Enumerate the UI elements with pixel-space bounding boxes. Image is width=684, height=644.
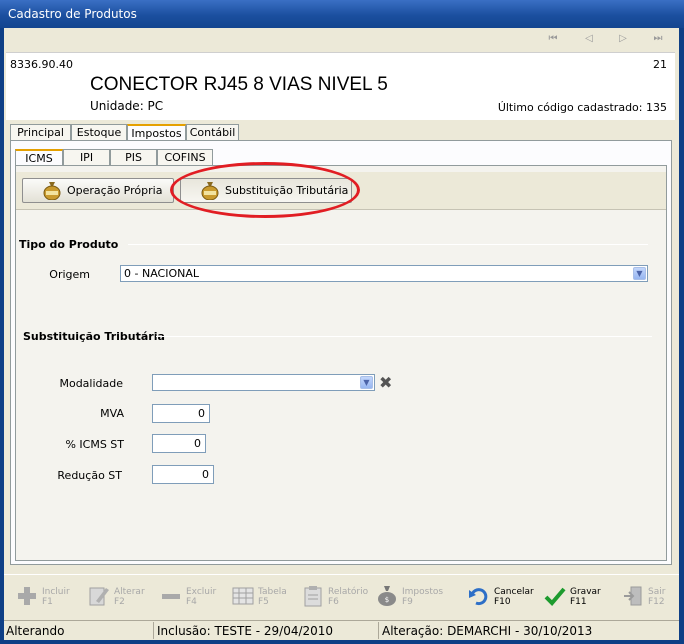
last-record-button[interactable]: ⏭ bbox=[650, 31, 666, 47]
tabela-label: Tabela bbox=[258, 587, 287, 597]
impostos-panel: ICMS IPI PIS COFINS Operação Própria Sub… bbox=[10, 140, 672, 565]
icms-panel: Operação Própria Substituição Tributária… bbox=[15, 162, 667, 561]
report-icon bbox=[304, 586, 322, 607]
clear-icon[interactable]: ✖ bbox=[379, 373, 392, 392]
edit-icon bbox=[89, 587, 109, 606]
sair-key: F12 bbox=[648, 597, 665, 607]
svg-text:$: $ bbox=[385, 596, 389, 604]
mva-label: MVA bbox=[100, 407, 124, 420]
previous-record-button[interactable]: ◁ bbox=[581, 31, 597, 47]
exit-icon bbox=[624, 586, 642, 606]
record-number: 21 bbox=[653, 58, 667, 71]
excluir-key: F4 bbox=[186, 597, 197, 607]
tab-pis[interactable]: PIS bbox=[110, 149, 157, 166]
alterar-label: Alterar bbox=[114, 587, 145, 597]
tab-estoque[interactable]: Estoque bbox=[71, 124, 127, 141]
product-unit: Unidade: PC bbox=[90, 99, 164, 113]
app-window: Cadastro de Produtos ⏮ ◁ ▷ ⏭ 8336.90.40 … bbox=[0, 0, 684, 644]
status-alteracao: Alteração: DEMARCHI - 30/10/2013 bbox=[382, 624, 593, 638]
product-name: CONECTOR RJ45 8 VIAS NIVEL 5 bbox=[90, 74, 388, 95]
ncm-code: 8336.90.40 bbox=[10, 58, 73, 71]
relatorio-key: F6 bbox=[328, 597, 339, 607]
impostos-label: Impostos bbox=[402, 587, 444, 597]
modalidade-select[interactable]: ▼ bbox=[152, 374, 375, 391]
tab-principal[interactable]: Principal bbox=[10, 124, 71, 141]
chevron-down-icon[interactable]: ▼ bbox=[633, 267, 646, 280]
highlight-ellipse bbox=[170, 162, 360, 218]
reducao-st-input[interactable]: 0 bbox=[152, 465, 214, 484]
modalidade-label: Modalidade bbox=[59, 377, 123, 390]
last-code-info: Último código cadastrado: 135 bbox=[497, 101, 667, 114]
table-icon bbox=[232, 587, 254, 605]
section-divider bbox=[156, 336, 652, 337]
operacao-propria-label: Operação Própria bbox=[67, 184, 163, 197]
alterar-key: F2 bbox=[114, 597, 125, 607]
tab-cofins[interactable]: COFINS bbox=[157, 149, 213, 166]
impostos-key: F9 bbox=[402, 597, 413, 607]
status-bar: Alterando Inclusão: TESTE - 29/04/2010 A… bbox=[4, 620, 679, 640]
section-divider bbox=[128, 244, 648, 245]
product-header: 8336.90.40 21 CONECTOR RJ45 8 VIAS NIVEL… bbox=[6, 52, 675, 120]
cancelar-label: Cancelar bbox=[494, 587, 534, 597]
gravar-label: Gravar bbox=[570, 587, 601, 597]
chevron-down-icon[interactable]: ▼ bbox=[360, 376, 373, 389]
mva-input[interactable]: 0 bbox=[152, 404, 210, 423]
incluir-key: F1 bbox=[42, 597, 53, 607]
operacao-propria-button[interactable]: Operação Própria bbox=[22, 178, 174, 203]
plus-icon bbox=[18, 587, 36, 605]
excluir-label: Excluir bbox=[186, 587, 217, 597]
icms-st-input[interactable]: 0 bbox=[152, 434, 206, 453]
tab-ipi[interactable]: IPI bbox=[63, 149, 110, 166]
operation-bar: Operação Própria Substituição Tributária bbox=[16, 162, 666, 218]
next-record-button[interactable]: ▷ bbox=[615, 31, 631, 47]
window-title: Cadastro de Produtos bbox=[8, 7, 137, 21]
sair-label: Sair bbox=[648, 587, 666, 597]
status-inclusao: Inclusão: TESTE - 29/04/2010 bbox=[157, 624, 334, 638]
window-client: ⏮ ◁ ▷ ⏭ 8336.90.40 21 CONECTOR RJ45 8 VI… bbox=[4, 28, 679, 640]
origem-value: 0 - NACIONAL bbox=[124, 267, 199, 280]
title-bar[interactable]: Cadastro de Produtos bbox=[0, 0, 684, 28]
status-divider bbox=[378, 622, 379, 639]
money-bag-icon: $ bbox=[378, 586, 396, 606]
first-record-button[interactable]: ⏮ bbox=[545, 31, 561, 47]
origem-label: Origem bbox=[49, 268, 90, 281]
money-bag-icon bbox=[43, 182, 61, 200]
reducao-st-label: Redução ST bbox=[57, 469, 122, 482]
status-mode: Alterando bbox=[6, 624, 65, 638]
icms-st-label: % ICMS ST bbox=[65, 438, 124, 451]
tipo-produto-title: Tipo do Produto bbox=[19, 238, 119, 251]
relatorio-label: Relatório bbox=[328, 587, 369, 597]
substituicao-title: Substituição Tributária bbox=[23, 330, 165, 343]
record-navigation: ⏮ ◁ ▷ ⏭ bbox=[4, 28, 679, 50]
cancelar-key: F10 bbox=[494, 597, 511, 607]
status-divider bbox=[153, 622, 154, 639]
undo-icon bbox=[469, 588, 488, 606]
tab-contabil[interactable]: Contábil bbox=[186, 124, 239, 141]
tabela-key: F5 bbox=[258, 597, 269, 607]
checkmark-icon bbox=[544, 587, 566, 606]
incluir-label: Incluir bbox=[42, 587, 70, 597]
action-toolbar: Incluir F1 Alterar F2 Excluir F4 Tabela F5 R… bbox=[4, 574, 679, 616]
gravar-key: F11 bbox=[570, 597, 587, 607]
origem-select[interactable]: 0 - NACIONAL ▼ bbox=[120, 265, 648, 282]
minus-icon bbox=[162, 594, 180, 599]
